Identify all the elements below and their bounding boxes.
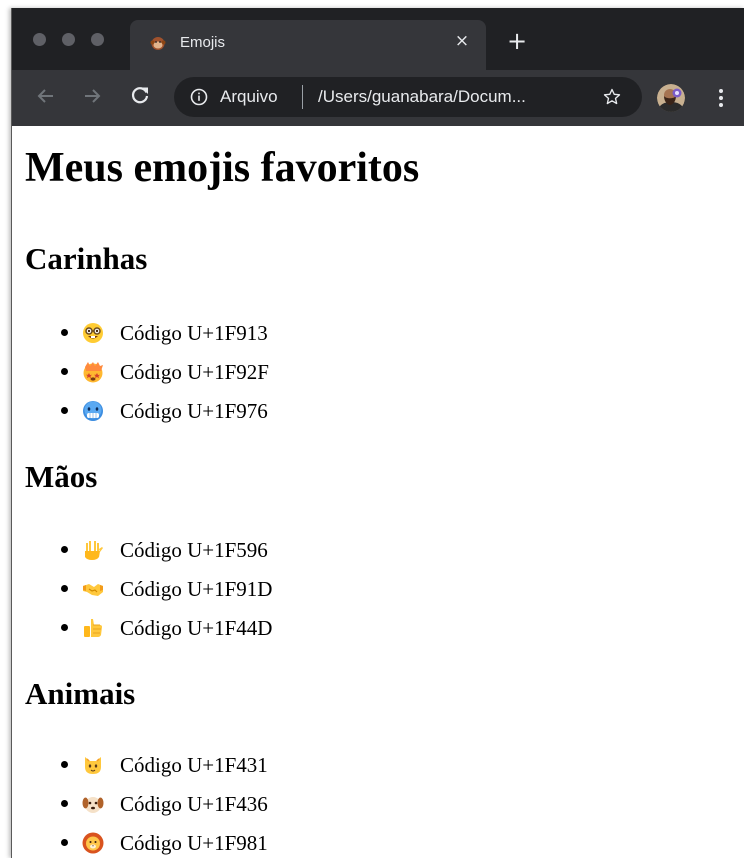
list-item-text: Código U+1F913 [120,321,268,345]
tab-close-icon[interactable]: × [450,29,474,53]
new-tab-icon[interactable]: + [505,29,529,53]
list-item-text: Código U+1F981 [120,831,268,855]
bullet [61,761,68,768]
address-url[interactable]: /Users/guanabara/Docum... [318,87,583,107]
close-window-button[interactable] [33,33,46,46]
bullet [61,800,68,807]
reload-icon[interactable] [128,84,152,108]
maximize-window-button[interactable] [91,33,104,46]
handshake-icon [83,584,103,596]
list-item-text: Código U+1F431 [120,753,268,777]
info-icon[interactable] [190,88,208,106]
minimize-window-button[interactable] [62,33,75,46]
list-item-text: Código U+1F596 [120,538,268,562]
cat-face-icon [85,757,101,774]
more-options-icon[interactable] [711,86,731,110]
vulcan-salute-icon [85,541,103,560]
bullet [61,407,68,414]
list-item-text: Código U+1F91D [120,577,273,601]
section-heading-carinhas: Carinhas [25,241,148,276]
cold-face-icon [83,401,103,421]
thumbs-up-icon [84,619,102,637]
list-item: Código U+1F91D [12,575,412,603]
nerd-face-icon [83,323,103,343]
page-content: Meus emojis favoritos Carinhas Código U+… [12,126,744,858]
address-separator [302,85,303,109]
dog-face-icon [82,797,104,813]
title-bar: Emojis × + [12,8,744,70]
section-heading-animais: Animais [25,676,136,711]
list-item-text: Código U+1F436 [120,792,268,816]
list-item: Código U+1F976 [12,397,412,425]
monkey-face-icon [150,37,166,50]
browser-tab[interactable]: Emojis × [130,20,486,70]
list-item: Código U+1F92F [12,358,412,386]
tab-title: Emojis [180,34,226,51]
list-item: Código U+1F913 [12,319,412,347]
list-item: Código U+1F596 [12,536,412,564]
bullet [61,624,68,631]
bullet [61,585,68,592]
bullet [61,839,68,846]
bullet [61,368,68,375]
profile-avatar[interactable] [657,84,685,112]
list-item: Código U+1F436 [12,790,412,818]
list-item: Código U+1F981 [12,829,412,857]
list-item-text: Código U+1F976 [120,399,268,423]
bookmark-star-icon[interactable] [602,87,622,107]
browser-window: Emojis × + Arquivo /Users/guanabara/Docu… [11,8,744,858]
lion-face-icon [82,832,104,854]
list-item-text: Código U+1F92F [120,360,269,384]
back-arrow-icon[interactable] [34,84,58,108]
address-scheme-label: Arquivo [220,87,278,106]
list-item-text: Código U+1F44D [120,616,273,640]
forward-arrow-icon[interactable] [80,84,104,108]
bullet [61,329,68,336]
bullet [61,546,68,553]
list-item: Código U+1F44D [12,614,412,642]
browser-toolbar: Arquivo /Users/guanabara/Docum... [12,70,744,126]
list-item: Código U+1F431 [12,751,412,779]
page-title: Meus emojis favoritos [25,145,420,191]
star-struck-face-icon [83,362,103,383]
section-heading-maos: Mãos [25,459,98,494]
address-bar[interactable]: Arquivo /Users/guanabara/Docum... [174,77,642,117]
